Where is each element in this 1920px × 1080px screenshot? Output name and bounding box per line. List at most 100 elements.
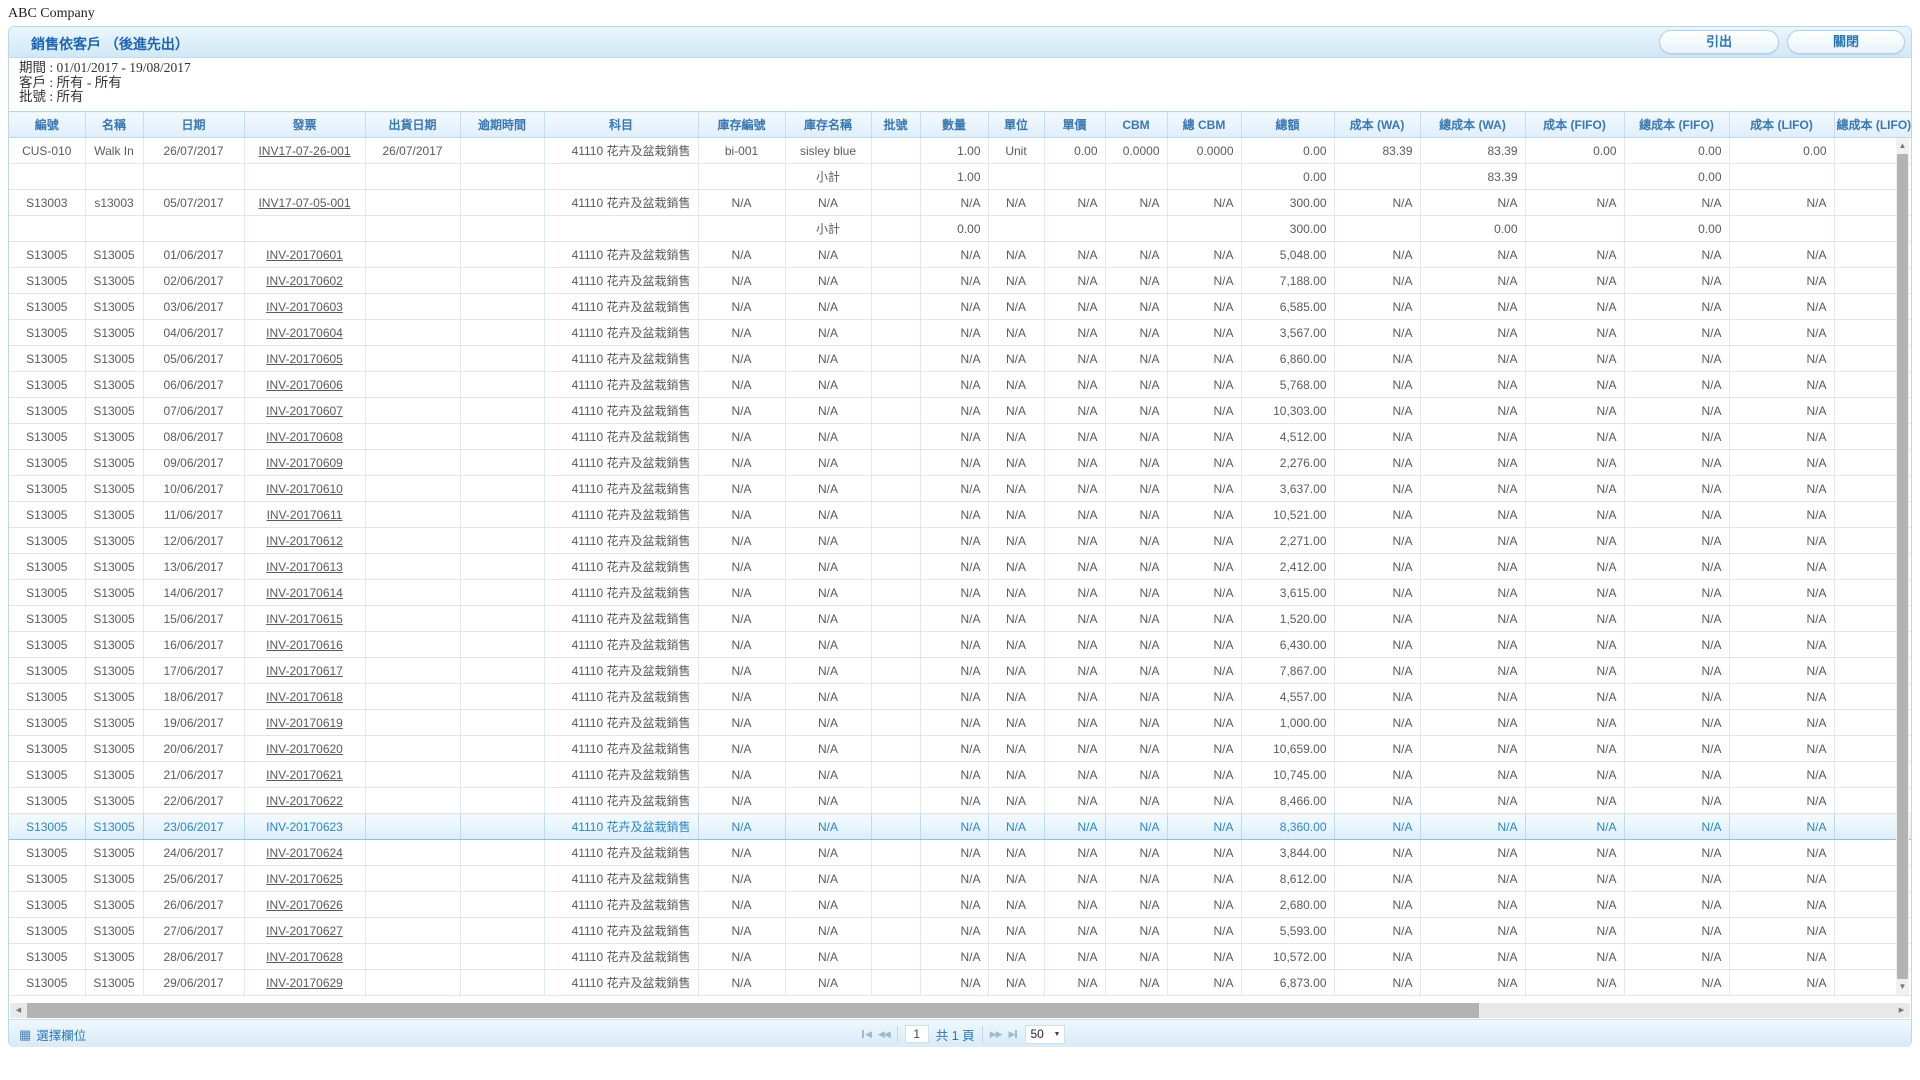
- select-columns-button[interactable]: ▦ 選擇欄位: [19, 1025, 86, 1044]
- subtotal-row[interactable]: 小計0.00300.000.000.00: [9, 216, 1911, 242]
- table-row[interactable]: S13005S1300508/06/2017INV-2017060841110 …: [9, 424, 1911, 450]
- invoice-link[interactable]: INV17-07-26-001: [258, 144, 350, 158]
- invoice-link[interactable]: INV-20170626: [266, 898, 343, 912]
- table-row[interactable]: S13005S1300514/06/2017INV-2017061441110 …: [9, 580, 1911, 606]
- table-row[interactable]: S13005S1300511/06/2017INV-2017061141110 …: [9, 502, 1911, 528]
- invoice-link[interactable]: INV-20170627: [266, 924, 343, 938]
- table-row[interactable]: S13005S1300529/06/2017INV-2017062941110 …: [9, 970, 1911, 996]
- horizontal-scrollbar-track[interactable]: [1479, 1003, 1893, 1018]
- table-row[interactable]: S13005S1300519/06/2017INV-2017061941110 …: [9, 710, 1911, 736]
- invoice-link[interactable]: INV-20170623: [266, 820, 343, 834]
- table-row[interactable]: S13005S1300513/06/2017INV-2017061341110 …: [9, 554, 1911, 580]
- column-header-total-cost-fifo[interactable]: 總成本 (FIFO): [1624, 112, 1729, 138]
- column-header-cbm[interactable]: CBM: [1105, 112, 1167, 138]
- first-page-icon[interactable]: ◀: [861, 1029, 871, 1040]
- column-header-qty[interactable]: 數量: [920, 112, 988, 138]
- scroll-left-icon[interactable]: ◀: [10, 1003, 27, 1018]
- subtotal-row[interactable]: 小計1.000.0083.390.00: [9, 164, 1911, 190]
- invoice-link[interactable]: INV-20170620: [266, 742, 343, 756]
- column-header-account[interactable]: 科目: [544, 112, 698, 138]
- invoice-link[interactable]: INV-20170617: [266, 664, 343, 678]
- column-header-code[interactable]: 編號: [9, 112, 85, 138]
- column-header-cost-lifo[interactable]: 成本 (LIFO): [1729, 112, 1834, 138]
- invoice-link[interactable]: INV-20170613: [266, 560, 343, 574]
- invoice-link[interactable]: INV-20170629: [266, 976, 343, 990]
- table-row[interactable]: S13005S1300505/06/2017INV-2017060541110 …: [9, 346, 1911, 372]
- close-button[interactable]: 關閉: [1787, 30, 1905, 54]
- table-row[interactable]: S13005S1300509/06/2017INV-2017060941110 …: [9, 450, 1911, 476]
- invoice-link[interactable]: INV-20170618: [266, 690, 343, 704]
- invoice-link[interactable]: INV-20170610: [266, 482, 343, 496]
- column-header-total-cost-wa[interactable]: 總成本 (WA): [1420, 112, 1525, 138]
- invoice-link[interactable]: INV-20170602: [266, 274, 343, 288]
- column-header-invoice[interactable]: 發票: [244, 112, 365, 138]
- column-header-overdue-time[interactable]: 逾期時間: [460, 112, 544, 138]
- invoice-link[interactable]: INV-20170628: [266, 950, 343, 964]
- table-row[interactable]: S13005S1300507/06/2017INV-2017060741110 …: [9, 398, 1911, 424]
- table-row[interactable]: S13005S1300525/06/2017INV-2017062541110 …: [9, 866, 1911, 892]
- column-header-name[interactable]: 名稱: [85, 112, 143, 138]
- column-header-batch[interactable]: 批號: [871, 112, 920, 138]
- invoice-link[interactable]: INV-20170612: [266, 534, 343, 548]
- table-row[interactable]: S13005S1300520/06/2017INV-2017062041110 …: [9, 736, 1911, 762]
- horizontal-scrollbar[interactable]: ◀ ▶: [10, 1003, 1910, 1018]
- column-header-unit-price[interactable]: 單價: [1044, 112, 1105, 138]
- vertical-scrollbar-thumb[interactable]: [1897, 154, 1908, 979]
- page-number-input[interactable]: 1: [905, 1025, 929, 1043]
- column-header-total-cbm[interactable]: 總 CBM: [1167, 112, 1241, 138]
- selected-row[interactable]: S13005S1300523/06/2017INV-2017062341110 …: [9, 814, 1911, 840]
- invoice-link[interactable]: INV-20170615: [266, 612, 343, 626]
- table-row[interactable]: S13005S1300517/06/2017INV-2017061741110 …: [9, 658, 1911, 684]
- column-header-cost-wa[interactable]: 成本 (WA): [1334, 112, 1420, 138]
- invoice-link[interactable]: INV-20170605: [266, 352, 343, 366]
- invoice-link[interactable]: INV-20170619: [266, 716, 343, 730]
- column-header-total-cost-lifo[interactable]: 總成本 (LIFO): [1834, 112, 1911, 138]
- table-row[interactable]: S13005S1300515/06/2017INV-2017061541110 …: [9, 606, 1911, 632]
- column-header-stock-name[interactable]: 庫存名稱: [785, 112, 871, 138]
- invoice-link[interactable]: INV-20170608: [266, 430, 343, 444]
- invoice-link[interactable]: INV-20170614: [266, 586, 343, 600]
- column-header-stock-code[interactable]: 庫存編號: [698, 112, 785, 138]
- invoice-link[interactable]: INV-20170603: [266, 300, 343, 314]
- table-row[interactable]: S13005S1300518/06/2017INV-2017061841110 …: [9, 684, 1911, 710]
- column-header-cost-fifo[interactable]: 成本 (FIFO): [1525, 112, 1624, 138]
- next-page-icon[interactable]: ▶▶: [990, 1029, 1002, 1040]
- table-row[interactable]: S13005S1300522/06/2017INV-2017062241110 …: [9, 788, 1911, 814]
- table-row[interactable]: S13005S1300502/06/2017INV-2017060241110 …: [9, 268, 1911, 294]
- table-row[interactable]: S13005S1300527/06/2017INV-2017062741110 …: [9, 918, 1911, 944]
- scroll-down-icon[interactable]: ▼: [1896, 979, 1909, 995]
- invoice-link[interactable]: INV17-07-05-001: [258, 196, 350, 210]
- invoice-link[interactable]: INV-20170611: [267, 508, 343, 522]
- table-row[interactable]: S13005S1300521/06/2017INV-2017062141110 …: [9, 762, 1911, 788]
- prev-page-icon[interactable]: ◀◀: [878, 1029, 890, 1040]
- invoice-link[interactable]: INV-20170622: [266, 794, 343, 808]
- table-row[interactable]: CUS-010Walk In26/07/2017INV17-07-26-0012…: [9, 138, 1911, 164]
- invoice-link[interactable]: INV-20170609: [266, 456, 343, 470]
- table-row[interactable]: S13005S1300506/06/2017INV-2017060641110 …: [9, 372, 1911, 398]
- column-header-date[interactable]: 日期: [143, 112, 244, 138]
- invoice-link[interactable]: INV-20170607: [266, 404, 343, 418]
- scroll-right-icon[interactable]: ▶: [1893, 1003, 1910, 1018]
- invoice-link[interactable]: INV-20170601: [266, 248, 343, 262]
- column-header-amount[interactable]: 總額: [1241, 112, 1334, 138]
- table-row[interactable]: S13005S1300503/06/2017INV-2017060341110 …: [9, 294, 1911, 320]
- page-size-dropdown[interactable]: 50 ▼: [1025, 1025, 1065, 1044]
- horizontal-scrollbar-thumb[interactable]: [27, 1003, 1479, 1018]
- column-header-unit[interactable]: 單位: [988, 112, 1044, 138]
- table-row[interactable]: S13005S1300516/06/2017INV-2017061641110 …: [9, 632, 1911, 658]
- invoice-link[interactable]: INV-20170606: [266, 378, 343, 392]
- vertical-scrollbar[interactable]: ▲ ▼: [1896, 138, 1909, 995]
- scroll-up-icon[interactable]: ▲: [1896, 138, 1909, 154]
- table-row[interactable]: S13005S1300524/06/2017INV-2017062441110 …: [9, 840, 1911, 866]
- table-row[interactable]: S13005S1300526/06/2017INV-2017062641110 …: [9, 892, 1911, 918]
- export-button[interactable]: 引出: [1659, 30, 1779, 54]
- table-row[interactable]: S13005S1300501/06/2017INV-2017060141110 …: [9, 242, 1911, 268]
- column-header-ship-date[interactable]: 出貨日期: [365, 112, 460, 138]
- table-row[interactable]: S13005S1300510/06/2017INV-2017061041110 …: [9, 476, 1911, 502]
- last-page-icon[interactable]: ▶: [1009, 1029, 1019, 1040]
- invoice-link[interactable]: INV-20170624: [266, 846, 343, 860]
- table-row[interactable]: S13005S1300528/06/2017INV-2017062841110 …: [9, 944, 1911, 970]
- table-row[interactable]: S13003s1300305/07/2017INV17-07-05-001411…: [9, 190, 1911, 216]
- invoice-link[interactable]: INV-20170616: [266, 638, 343, 652]
- invoice-link[interactable]: INV-20170621: [266, 768, 343, 782]
